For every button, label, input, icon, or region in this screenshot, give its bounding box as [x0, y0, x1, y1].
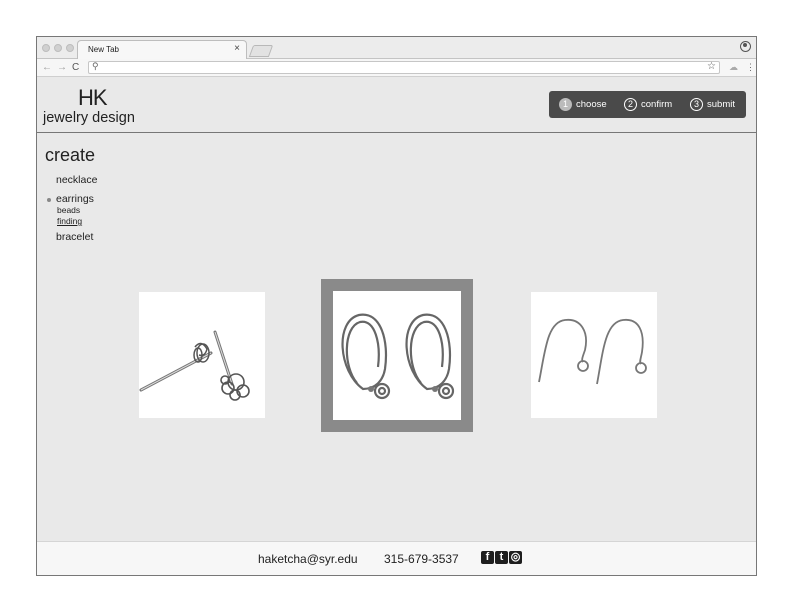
- menu-item-earrings[interactable]: earrings: [56, 193, 94, 205]
- step-label: submit: [707, 99, 735, 110]
- browser-window: New Tab × ← → C ⚲ ☆ ☁ ⋮ HK jewelry desig…: [36, 36, 757, 576]
- product-stud-post[interactable]: [139, 292, 265, 418]
- step-label: choose: [576, 99, 607, 110]
- reload-icon[interactable]: C: [72, 62, 79, 73]
- step-number: 2: [624, 98, 637, 111]
- page-content: HK jewelry design 1 choose 2 confirm 3 s…: [37, 78, 756, 575]
- browser-tab[interactable]: New Tab ×: [77, 40, 247, 59]
- menu-item-necklace[interactable]: necklace: [56, 174, 97, 186]
- menu-item-bracelet[interactable]: bracelet: [56, 231, 93, 243]
- twitter-icon[interactable]: t: [495, 551, 508, 564]
- footer: haketcha@syr.edu 315-679-3537 f t ◎: [37, 541, 756, 575]
- tab-title: New Tab: [88, 45, 119, 54]
- menu-title: create: [45, 145, 96, 165]
- selected-bullet-icon: [47, 198, 51, 202]
- product-lever-back[interactable]: [321, 279, 473, 432]
- progress-steps: 1 choose 2 confirm 3 submit: [549, 91, 746, 118]
- tab-close-icon[interactable]: ×: [234, 43, 240, 54]
- header-divider: [37, 132, 756, 133]
- account-icon[interactable]: [740, 41, 751, 52]
- footer-email[interactable]: haketcha@syr.edu: [258, 552, 358, 566]
- address-bar[interactable]: ⚲ ☆: [88, 61, 720, 74]
- minimize-window-button[interactable]: [54, 44, 62, 52]
- forward-icon[interactable]: →: [57, 62, 67, 73]
- new-tab-button[interactable]: [248, 45, 274, 57]
- footer-phone: 315-679-3537: [384, 552, 459, 566]
- fish-hook-image: [538, 319, 647, 385]
- submenu-item-finding[interactable]: finding: [57, 216, 82, 226]
- stud-post-image: [139, 330, 250, 401]
- logo-text[interactable]: jewelry design: [43, 110, 135, 126]
- bookmark-star-icon[interactable]: ☆: [707, 61, 716, 72]
- close-window-button[interactable]: [42, 44, 50, 52]
- tab-bar: New Tab ×: [37, 37, 756, 59]
- step-label: confirm: [641, 99, 673, 110]
- menu-icon[interactable]: ⋮: [746, 62, 755, 73]
- step-number: 1: [559, 98, 572, 111]
- extension-icon[interactable]: ☁: [729, 62, 738, 73]
- step-number: 3: [690, 98, 703, 111]
- facebook-icon[interactable]: f: [481, 551, 494, 564]
- back-icon[interactable]: ←: [42, 62, 52, 73]
- product-fish-hook[interactable]: [531, 292, 657, 418]
- step-confirm[interactable]: 2 confirm: [624, 98, 672, 111]
- search-icon: ⚲: [92, 61, 99, 71]
- step-submit[interactable]: 3 submit: [690, 98, 735, 111]
- step-choose[interactable]: 1 choose: [559, 98, 607, 111]
- maximize-window-button[interactable]: [66, 44, 74, 52]
- logo-mark[interactable]: HK: [78, 85, 108, 111]
- lever-back-image: [341, 313, 455, 400]
- instagram-icon[interactable]: ◎: [509, 551, 522, 564]
- browser-toolbar: ← → C ⚲ ☆ ☁ ⋮: [37, 59, 756, 77]
- submenu-item-beads[interactable]: beads: [57, 205, 80, 215]
